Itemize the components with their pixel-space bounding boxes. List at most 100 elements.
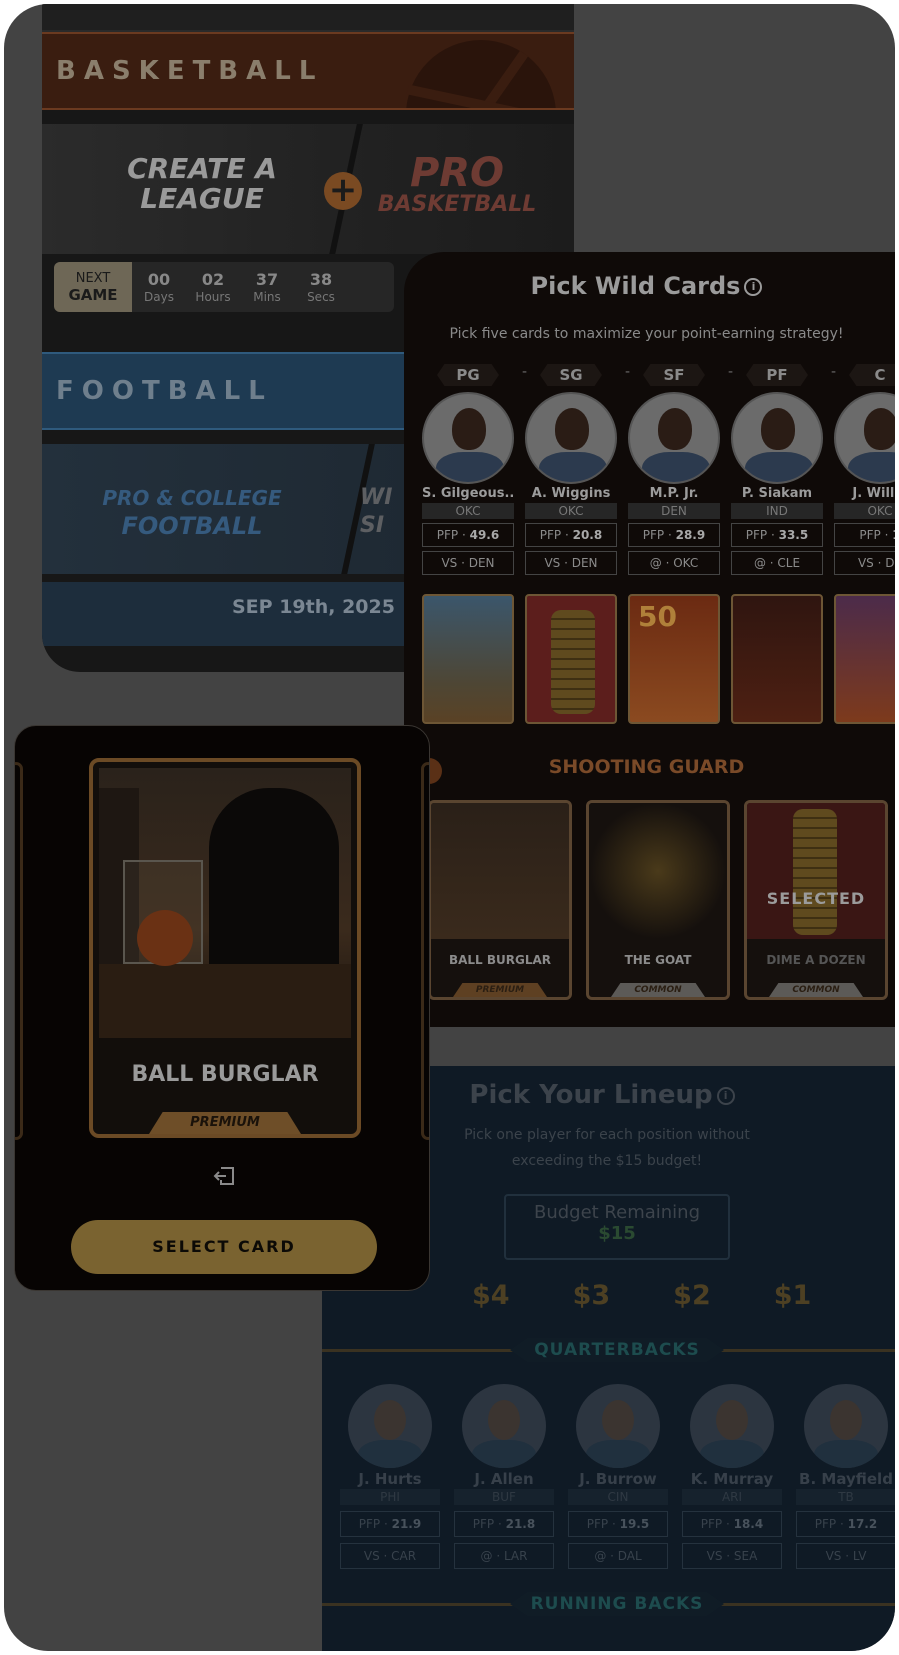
next-label: NEXT — [75, 271, 111, 286]
select-card-button[interactable]: SELECT CARD — [71, 1220, 377, 1274]
player-opponent: VS · LV — [796, 1543, 895, 1569]
avatar-head — [555, 408, 589, 450]
next-card-peek[interactable] — [421, 762, 429, 1140]
info-icon[interactable]: i — [744, 278, 763, 296]
avatar-head — [658, 408, 692, 450]
countdown-secs: 38 Secs — [294, 270, 348, 304]
card-art — [99, 768, 351, 1038]
player-opponent: @ · LAR — [454, 1543, 554, 1569]
info-icon[interactable]: i — [716, 1086, 735, 1105]
basketball-icon — [137, 910, 193, 966]
player-pfp: PFP · 21.8 — [454, 1511, 554, 1537]
quarterbacks-header: QUARTERBACKS — [322, 1338, 895, 1362]
player-opponent: VS · DEN — [525, 551, 617, 575]
player-team: CIN — [568, 1489, 668, 1505]
game-label: GAME — [68, 286, 118, 304]
football-promo-line2: FOOTBALL — [121, 512, 263, 540]
qb-option[interactable]: J. Allen BUF PFP · 21.8 @ · LAR — [454, 1384, 554, 1569]
football-label: FOOTBALL — [56, 376, 273, 406]
card-option[interactable]: THE GOAT COMMON — [586, 800, 730, 1000]
player-name: J. Allen — [474, 1470, 534, 1488]
plus-circle-icon[interactable]: + — [324, 172, 362, 210]
share-icon[interactable] — [213, 1166, 235, 1186]
qb-option[interactable]: J. Burrow CIN PFP · 19.5 @ · DAL — [568, 1384, 668, 1569]
create-league-line1: CREATE A — [127, 152, 277, 185]
position-tag: SG — [540, 364, 602, 386]
card-tier: COMMON — [769, 983, 863, 997]
budget-value: $15 — [598, 1223, 636, 1244]
qb-option[interactable]: J. Hurts PHI PFP · 21.9 VS · CAR — [340, 1384, 440, 1569]
section-title: SHOOTING GUARD — [548, 756, 745, 778]
player-opponent: @ · DAL — [568, 1543, 668, 1569]
avatar-head — [488, 1400, 520, 1440]
player-pfp: PFP · 20.8 — [525, 523, 617, 547]
player-avatar — [525, 392, 617, 484]
pfp-value: 33.5 — [778, 528, 809, 542]
player-pfp: PFP · 19.5 — [568, 1511, 668, 1537]
avatar-body — [700, 1440, 764, 1468]
avatar-head — [830, 1400, 862, 1440]
running-backs-header: RUNNING BACKS — [322, 1592, 895, 1616]
player-column-c[interactable]: C J. Willia OKC PFP · 1 VS · DE — [834, 364, 895, 575]
pfp-value: 18.4 — [733, 1517, 764, 1531]
card-option[interactable]: BALL BURGLAR PREMIUM — [428, 800, 572, 1000]
pfp-label: PFP — [358, 1517, 381, 1531]
player-avatar — [462, 1384, 546, 1468]
player-column-sf[interactable]: SF - M.P. Jr. DEN PFP · 28.9 @ · OKC — [628, 364, 733, 575]
qb-option[interactable]: K. Murray ARI PFP · 18.4 VS · SEA — [682, 1384, 782, 1569]
section-label: RUNNING BACKS — [510, 1592, 724, 1616]
wild-card-slot[interactable] — [525, 594, 617, 724]
avatar-body — [642, 452, 710, 482]
player-team: PHI — [340, 1489, 440, 1505]
qb-option[interactable]: B. Mayfield TB PFP · 17.2 VS · LV — [796, 1384, 895, 1569]
player-column-pg[interactable]: PG - S. Gilgeous... OKC PFP · 49.6 VS · D… — [422, 364, 527, 575]
player-avatar — [576, 1384, 660, 1468]
card-option[interactable]: SELECTED DIME A DOZEN COMMON — [744, 800, 888, 1000]
lineup-title: Pick Your Lineup — [469, 1080, 713, 1110]
avatar-body — [358, 1440, 422, 1468]
player-opponent: @ · CLE — [731, 551, 823, 575]
player-avatar — [834, 392, 895, 484]
wild-card-slot[interactable] — [731, 594, 823, 724]
create-league-line2: LEAGUE — [140, 182, 264, 215]
wild-card-slots: 50 — [422, 594, 895, 724]
dimmed-overlay: BASKETBALL CREATE A LEAGUE + PRO BASKETB… — [4, 4, 895, 1651]
quarterback-row: J. Hurts PHI PFP · 21.9 VS · CAR J. Alle… — [340, 1384, 895, 1569]
create-league-banner[interactable]: CREATE A LEAGUE + PRO BASKETBALL — [42, 124, 574, 254]
price-tier: $4 — [472, 1280, 510, 1311]
football-promo-right-line2: SI — [360, 513, 385, 538]
art-table — [99, 964, 351, 1038]
player-name: J. Willia — [852, 486, 895, 501]
player-name: M.P. Jr. — [649, 486, 699, 501]
player-opponent: VS · DE — [834, 551, 895, 575]
wild-card-slot[interactable] — [834, 594, 895, 724]
player-team: IND — [731, 503, 823, 519]
card-number: 50 — [638, 600, 677, 633]
player-avatar — [731, 392, 823, 484]
pick-wild-cards-screen: Pick Wild Cards i Pick five cards to maxi… — [404, 252, 895, 1027]
wild-card-slot[interactable]: 50 — [628, 594, 720, 724]
player-name: S. Gilgeous... — [422, 486, 514, 501]
player-column-pf[interactable]: PF - P. Siakam IND PFP · 33.5 @ · CLE — [731, 364, 836, 575]
player-avatar — [690, 1384, 774, 1468]
card-tier: COMMON — [611, 983, 705, 997]
position-tag: PG — [437, 364, 499, 386]
avatar-head — [602, 1400, 634, 1440]
pfp-label: PFP — [472, 1517, 495, 1531]
player-team: ARI — [682, 1489, 782, 1505]
featured-card[interactable]: BALL BURGLAR PREMIUM — [89, 758, 361, 1138]
page-title: Pick Wild Cards i — [404, 272, 889, 300]
player-team: OKC — [422, 503, 514, 519]
player-name: K. Murray — [690, 1470, 774, 1488]
card-name: BALL BURGLAR — [131, 1062, 319, 1087]
player-name: B. Mayfield — [799, 1470, 893, 1488]
wild-cards-subtitle: Pick five cards to maximize your point-e… — [449, 326, 844, 342]
wild-card-slot[interactable] — [422, 594, 514, 724]
player-pfp: PFP · 28.9 — [628, 523, 720, 547]
previous-card-peek[interactable] — [15, 762, 23, 1140]
basketball-header[interactable]: BASKETBALL — [42, 32, 574, 110]
player-column-sg[interactable]: SG - A. Wiggins OKC PFP · 20.8 VS · DEN — [525, 364, 630, 575]
countdown-value: 37 — [255, 270, 279, 289]
football-promo-right-line1: WI — [360, 485, 393, 510]
countdown-label: Hours — [195, 290, 231, 304]
